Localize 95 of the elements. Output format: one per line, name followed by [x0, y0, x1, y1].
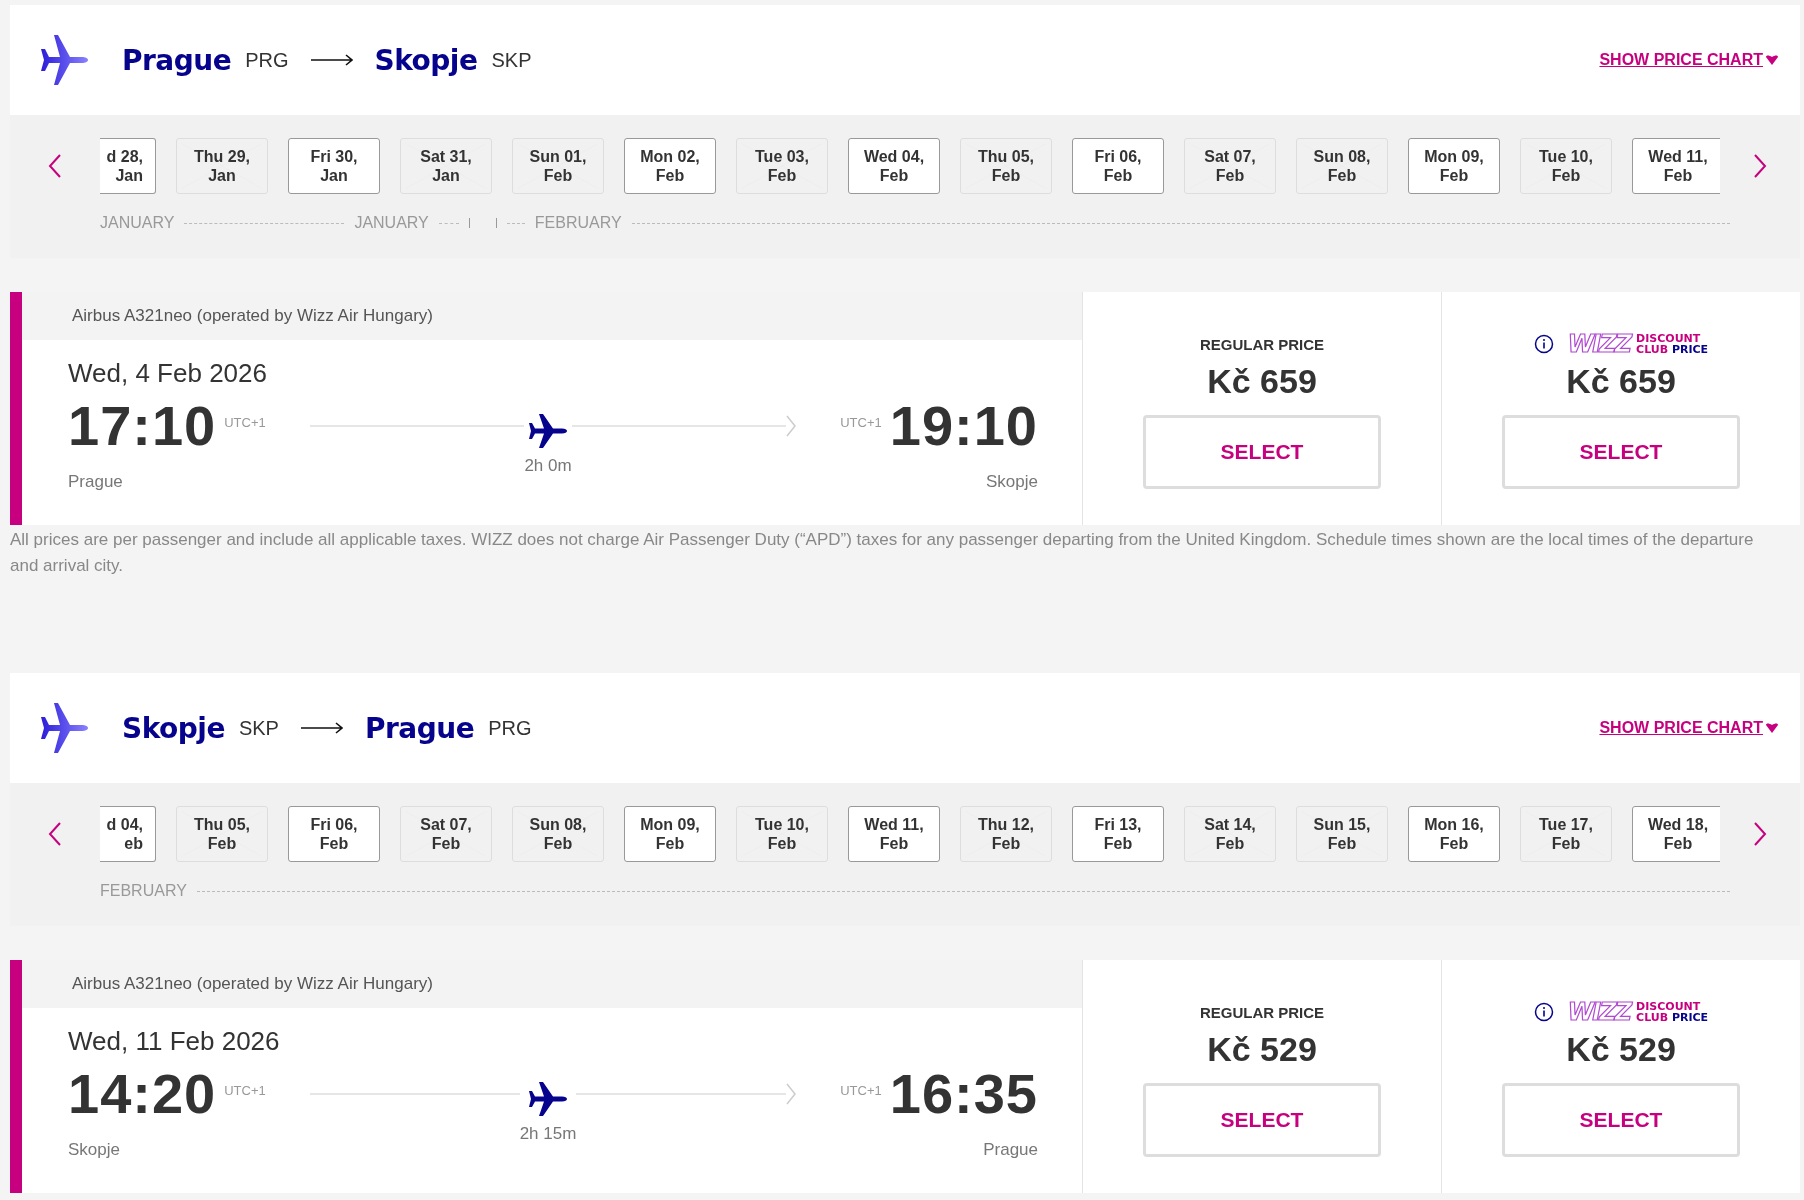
destination-city: Skopje [374, 43, 478, 77]
flight-date: Wed, 4 Feb 2026 [68, 358, 268, 389]
date-button[interactable]: Fri 06, Feb [288, 806, 380, 862]
departure-city: Prague [68, 472, 123, 492]
show-price-chart-link[interactable]: SHOW PRICE CHART [1599, 719, 1778, 737]
next-icon[interactable] [1753, 821, 1767, 847]
previous-icon[interactable] [48, 153, 62, 179]
arrival-time: 19:10 [889, 393, 1038, 458]
date-button[interactable]: Sun 01, Feb [512, 138, 604, 194]
destination-code: PRG [488, 716, 532, 740]
select-button[interactable]: SELECT [1143, 415, 1381, 489]
caret-icon [1766, 55, 1778, 65]
timezone-label: UTC+1 [224, 415, 266, 430]
date-button[interactable]: Sun 15, Feb [1296, 806, 1388, 862]
club-logo-line: DISCOUNT [1636, 333, 1702, 344]
flight-duration: 2h 15m [519, 1123, 577, 1144]
date-button[interactable]: Tue 17, Feb [1520, 806, 1612, 862]
aircraft-info: Airbus A321neo (operated by Wizz Air Hungary) [72, 974, 433, 994]
date-button[interactable]: Fri 06, Feb [1072, 138, 1164, 194]
show-price-chart-link[interactable]: SHOW PRICE CHART [1599, 51, 1778, 69]
flight-date: Wed, 11 Feb 2026 [68, 1026, 281, 1057]
date-button[interactable]: Thu 05, Feb [960, 138, 1052, 194]
date-button[interactable]: Wed 11, Feb [848, 806, 940, 862]
date-button[interactable]: Thu 05, Feb [176, 806, 268, 862]
club-logo-line: CLUB PRICE [1636, 344, 1709, 355]
arrow-head-icon [786, 1082, 797, 1105]
caret-icon [1766, 723, 1778, 733]
month-label: FEBRUARY [534, 214, 622, 232]
date-button[interactable]: Mon 16, Feb [1408, 806, 1500, 862]
date-button[interactable]: Sat 07, Feb [400, 806, 492, 862]
date-button[interactable]: Mon 09, Feb [1408, 138, 1500, 194]
departure-city: Skopje [68, 1140, 120, 1160]
origin-code: PRG [245, 48, 289, 72]
arrow-icon [310, 54, 353, 66]
timezone-label: UTC+1 [840, 415, 882, 430]
select-button[interactable]: SELECT [1143, 1083, 1381, 1157]
origin-city: Prague [122, 43, 232, 77]
date-button[interactable]: Fri 13, Feb [1072, 806, 1164, 862]
fare-price: Kč 529 [1566, 1030, 1676, 1069]
month-label: FEBRUARY [100, 882, 187, 900]
club-logo-line: CLUB PRICE [1636, 1012, 1709, 1023]
date-button[interactable]: Wed 18, Feb [1632, 806, 1720, 862]
date-button[interactable]: Tue 10, Feb [736, 806, 828, 862]
select-button[interactable]: SELECT [1502, 415, 1740, 489]
previous-icon[interactable] [48, 821, 62, 847]
arrow-head-icon [786, 414, 797, 437]
month-label: JANUARY [100, 214, 175, 232]
departure-time: 17:10 [68, 393, 217, 458]
origin-city: Skopje [122, 711, 225, 745]
date-button[interactable]: Wed 04, Feb [848, 138, 940, 194]
date-button[interactable]: d 28, Jan [100, 138, 156, 194]
arrow-icon [300, 722, 343, 734]
info-icon[interactable] [1533, 1002, 1554, 1022]
date-button[interactable]: d 04, eb [100, 806, 156, 862]
date-button[interactable]: Sat 14, Feb [1184, 806, 1276, 862]
airplane-icon [528, 413, 568, 448]
timezone-label: UTC+1 [840, 1083, 882, 1098]
flight-duration: 2h 0m [524, 455, 572, 476]
arrival-city: Skopje [986, 472, 1038, 492]
date-button[interactable]: Sat 07, Feb [1184, 138, 1276, 194]
fare-label: REGULAR PRICE [1199, 1002, 1325, 1023]
fare-label: REGULAR PRICE [1199, 334, 1325, 355]
date-button[interactable]: Thu 12, Feb [960, 806, 1052, 862]
date-button[interactable]: Wed 11, Feb [1632, 138, 1720, 194]
date-button[interactable]: Sun 08, Feb [1296, 138, 1388, 194]
date-button[interactable]: Mon 09, Feb [624, 806, 716, 862]
fare-price: Kč 659 [1566, 362, 1676, 401]
airplane-icon [40, 702, 90, 754]
destination-city: Prague [364, 711, 475, 745]
price-disclaimer: All prices are per passenger and include all applicable taxes. WIZZ does not charge Air Passenger Duty (“APD”) taxes for any passenger departing from the United Kingdom. Schedule times shown are the local times of the departure and arrival city. [10, 529, 1755, 577]
date-button[interactable]: Sun 08, Feb [512, 806, 604, 862]
date-button[interactable]: Thu 29, Jan [176, 138, 268, 194]
timezone-label: UTC+1 [224, 1083, 266, 1098]
next-icon[interactable] [1753, 153, 1767, 179]
date-button[interactable]: Sat 31, Jan [400, 138, 492, 194]
club-logo-line: DISCOUNT [1636, 1001, 1702, 1012]
month-label: JANUARY [354, 214, 429, 232]
destination-code: SKP [491, 48, 532, 72]
origin-code: SKP [238, 716, 279, 740]
info-icon[interactable] [1533, 334, 1554, 354]
select-button[interactable]: SELECT [1502, 1083, 1740, 1157]
date-button[interactable]: Tue 03, Feb [736, 138, 828, 194]
club-logo-brand: WIZZ [1567, 1000, 1631, 1024]
arrival-time: 16:35 [889, 1061, 1038, 1126]
club-logo-brand: WIZZ [1567, 332, 1631, 356]
date-button[interactable]: Tue 10, Feb [1520, 138, 1612, 194]
date-button[interactable]: Mon 02, Feb [624, 138, 716, 194]
arrival-city: Prague [983, 1140, 1038, 1160]
fare-price: Kč 529 [1207, 1030, 1317, 1069]
departure-time: 14:20 [68, 1061, 217, 1126]
date-button[interactable]: Fri 30, Jan [288, 138, 380, 194]
aircraft-info: Airbus A321neo (operated by Wizz Air Hungary) [72, 306, 433, 326]
airplane-icon [528, 1081, 568, 1116]
airplane-icon [40, 34, 90, 86]
fare-price: Kč 659 [1207, 362, 1317, 401]
